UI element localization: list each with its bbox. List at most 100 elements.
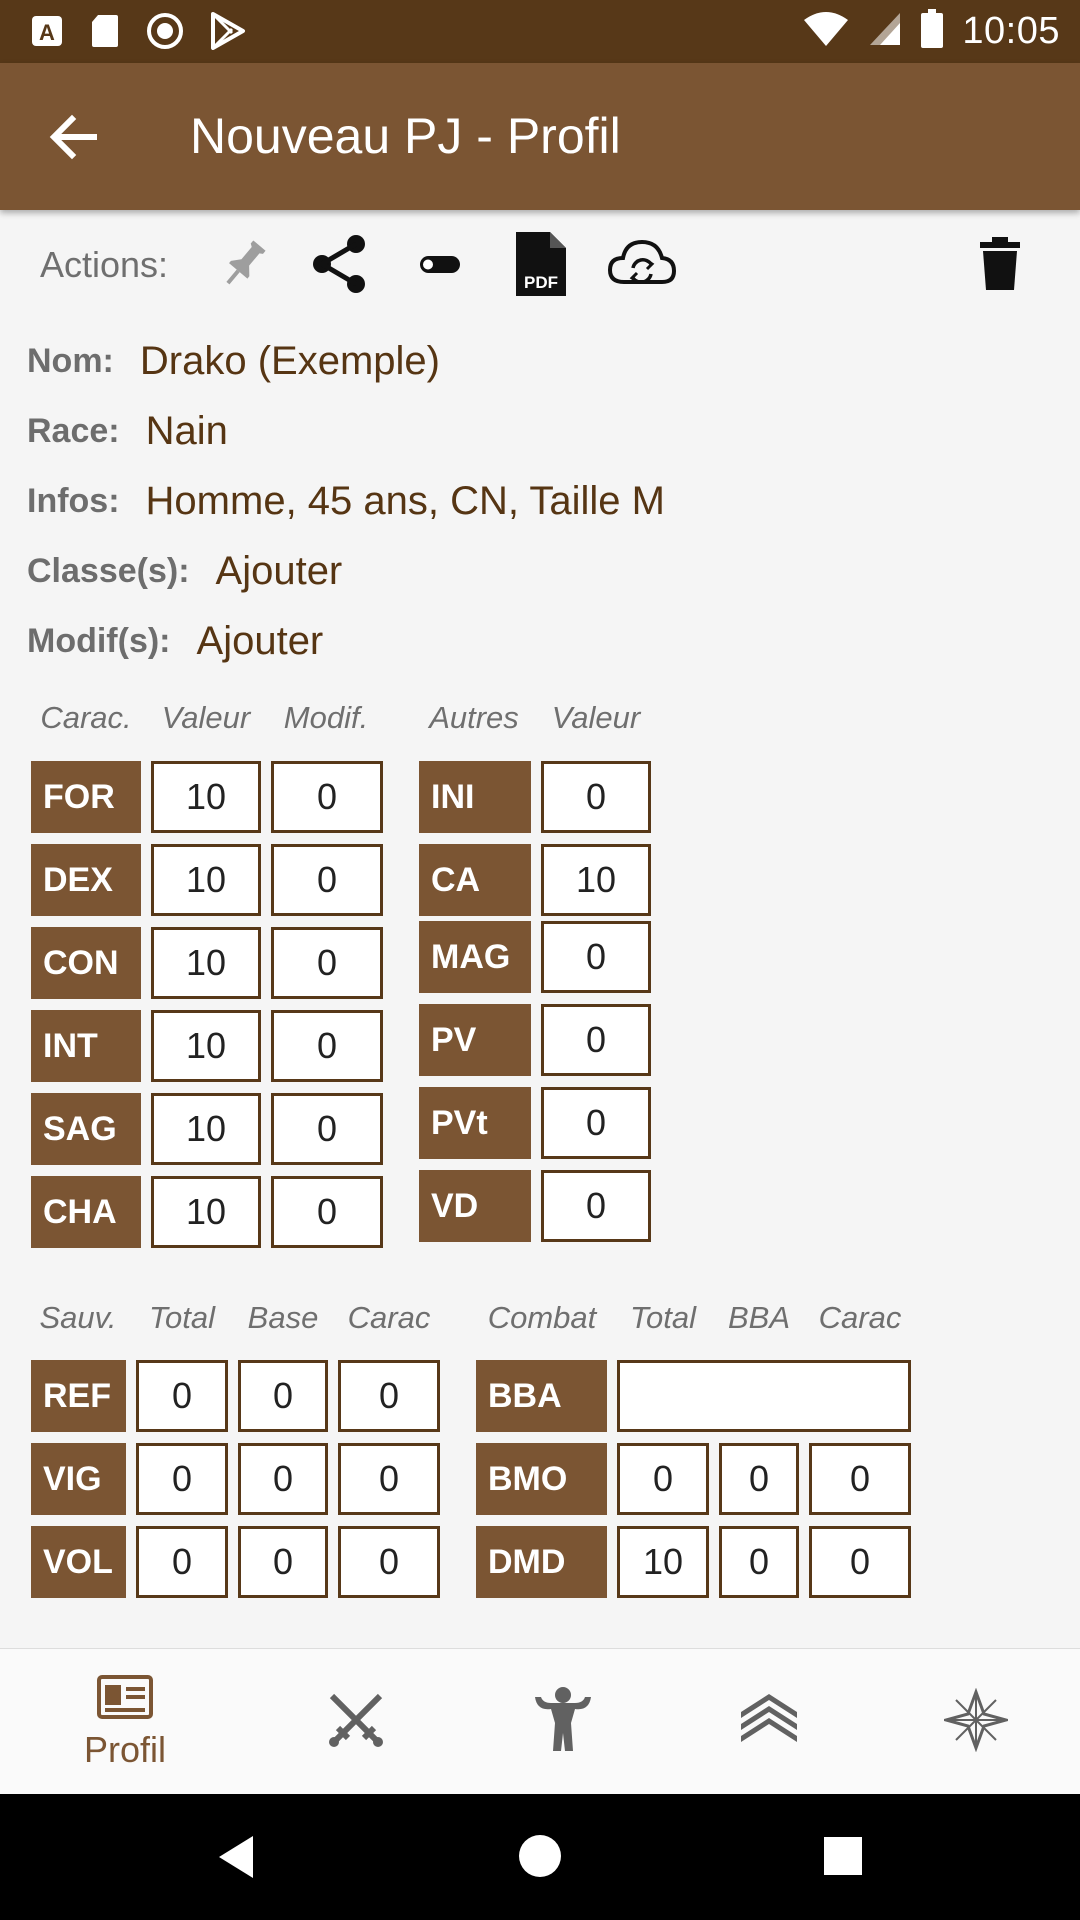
ability-value-int[interactable]: 10 — [151, 1010, 261, 1082]
save-base-vol[interactable]: 0 — [238, 1526, 328, 1598]
name-value[interactable]: Drako (Exemple) — [140, 339, 440, 384]
add-modif-link[interactable]: Ajouter — [197, 619, 324, 664]
page-title: Nouveau PJ - Profil — [190, 108, 621, 164]
wifi-icon — [802, 10, 850, 53]
trash-icon[interactable] — [968, 232, 1032, 296]
nav-tab-level[interactable] — [661, 1649, 877, 1795]
save-label-vig: VIG — [31, 1443, 126, 1515]
bottom-navigation: Profil — [0, 1648, 1080, 1794]
combat-carac-bmo: 0 — [809, 1443, 911, 1515]
ability-value-dex[interactable]: 10 — [151, 844, 261, 916]
save-label-vol: VOL — [31, 1526, 126, 1598]
actions-toolbar: Actions: PDF — [0, 218, 1080, 310]
abilities-header-valeur: Valeur — [161, 700, 251, 735]
star-icon — [940, 1687, 1012, 1757]
save-total-ref: 0 — [136, 1360, 228, 1432]
back-triangle-icon[interactable] — [213, 1832, 257, 1887]
saves-header-carac: Carac — [347, 1300, 431, 1335]
ability-value-cha[interactable]: 10 — [151, 1176, 261, 1248]
ability-label-int: INT — [31, 1010, 141, 1082]
font-a-icon: A — [30, 14, 64, 53]
signal-icon — [868, 11, 902, 52]
ability-mod-cha: 0 — [271, 1176, 383, 1248]
combat-header-combat: Combat — [487, 1300, 597, 1335]
modifs-label: Modif(s): — [27, 621, 171, 660]
app-bar: Nouveau PJ - Profil — [0, 63, 1080, 210]
other-value-vd[interactable]: 0 — [541, 1170, 651, 1242]
nav-tab-spells[interactable] — [868, 1649, 1080, 1795]
ability-label-sag: SAG — [31, 1093, 141, 1165]
status-bar: A 10:05 — [0, 0, 1080, 63]
svg-text:PDF: PDF — [524, 273, 558, 292]
race-value[interactable]: Nain — [146, 409, 228, 454]
combat-carac-dmd: 0 — [809, 1526, 911, 1598]
crossed-swords-icon — [324, 1688, 388, 1757]
save-base-vig[interactable]: 0 — [238, 1443, 328, 1515]
play-store-icon — [210, 12, 246, 55]
nav-tab-profil-label: Profil — [83, 1728, 167, 1770]
race-row: Race: Nain — [27, 401, 228, 461]
modifs-row: Modif(s): Ajouter — [27, 611, 323, 671]
other-value-pv[interactable]: 0 — [541, 1004, 651, 1076]
actions-label: Actions: — [40, 244, 169, 285]
ability-label-cha: CHA — [31, 1176, 141, 1248]
ability-value-sag[interactable]: 10 — [151, 1093, 261, 1165]
pdf-icon[interactable]: PDF — [510, 228, 574, 296]
nav-tab-skills[interactable] — [455, 1649, 671, 1795]
profile-card-icon — [96, 1674, 154, 1725]
back-arrow-icon[interactable] — [44, 107, 104, 167]
strongman-icon — [531, 1685, 595, 1760]
sd-card-icon — [90, 13, 120, 54]
system-navigation-bar — [0, 1794, 1080, 1920]
battery-icon — [920, 8, 944, 54]
other-label-ini: INI — [419, 761, 531, 833]
ability-mod-for: 0 — [271, 761, 383, 833]
share-icon[interactable] — [308, 232, 372, 296]
classes-row: Classe(s): Ajouter — [27, 541, 342, 601]
add-class-link[interactable]: Ajouter — [216, 549, 343, 594]
save-label-ref: REF — [31, 1360, 126, 1432]
ability-label-dex: DEX — [31, 844, 141, 916]
nav-tab-combat[interactable] — [248, 1649, 464, 1795]
name-label: Nom: — [27, 341, 114, 380]
other-label-ca: CA — [419, 844, 531, 916]
ability-mod-sag: 0 — [271, 1093, 383, 1165]
infos-row: Infos: Homme, 45 ans, CN, Taille M — [27, 471, 665, 531]
others-header-autres: Autres — [429, 700, 519, 735]
ability-value-con[interactable]: 10 — [151, 927, 261, 999]
other-label-vd: VD — [419, 1170, 531, 1242]
other-label-pv: PV — [419, 1004, 531, 1076]
ability-value-for[interactable]: 10 — [151, 761, 261, 833]
nav-tab-profil[interactable]: Profil — [17, 1649, 233, 1795]
combat-header-carac: Carac — [818, 1300, 902, 1335]
other-value-mag[interactable]: 0 — [541, 921, 651, 993]
cloud-sync-icon[interactable] — [606, 232, 678, 296]
combat-header-bba: BBA — [727, 1300, 791, 1335]
save-base-ref[interactable]: 0 — [238, 1360, 328, 1432]
ability-label-con: CON — [31, 927, 141, 999]
recents-square-icon[interactable] — [823, 1836, 863, 1881]
combat-label-dmd: DMD — [476, 1526, 607, 1598]
pin-icon[interactable] — [212, 232, 276, 296]
infos-value[interactable]: Homme, 45 ans, CN, Taille M — [146, 479, 665, 524]
combat-header-total: Total — [629, 1300, 697, 1335]
combat-value-bba[interactable] — [617, 1360, 911, 1432]
combat-label-bba: BBA — [476, 1360, 607, 1432]
chevrons-up-icon — [737, 1688, 801, 1757]
combat-label-bmo: BMO — [476, 1443, 607, 1515]
other-label-mag: MAG — [419, 921, 531, 993]
infos-label: Infos: — [27, 481, 120, 520]
ability-mod-con: 0 — [271, 927, 383, 999]
save-carac-vig: 0 — [338, 1443, 440, 1515]
others-header-valeur: Valeur — [551, 700, 641, 735]
save-carac-vol: 0 — [338, 1526, 440, 1598]
saves-header-total: Total — [148, 1300, 216, 1335]
toggle-icon[interactable] — [408, 232, 472, 296]
clock: 10:05 — [962, 9, 1060, 52]
home-circle-icon[interactable] — [518, 1834, 562, 1883]
other-value-pvt[interactable]: 0 — [541, 1087, 651, 1159]
saves-header-base: Base — [247, 1300, 319, 1335]
ability-mod-dex: 0 — [271, 844, 383, 916]
other-value-ca: 10 — [541, 844, 651, 916]
combat-total-bmo: 0 — [617, 1443, 709, 1515]
